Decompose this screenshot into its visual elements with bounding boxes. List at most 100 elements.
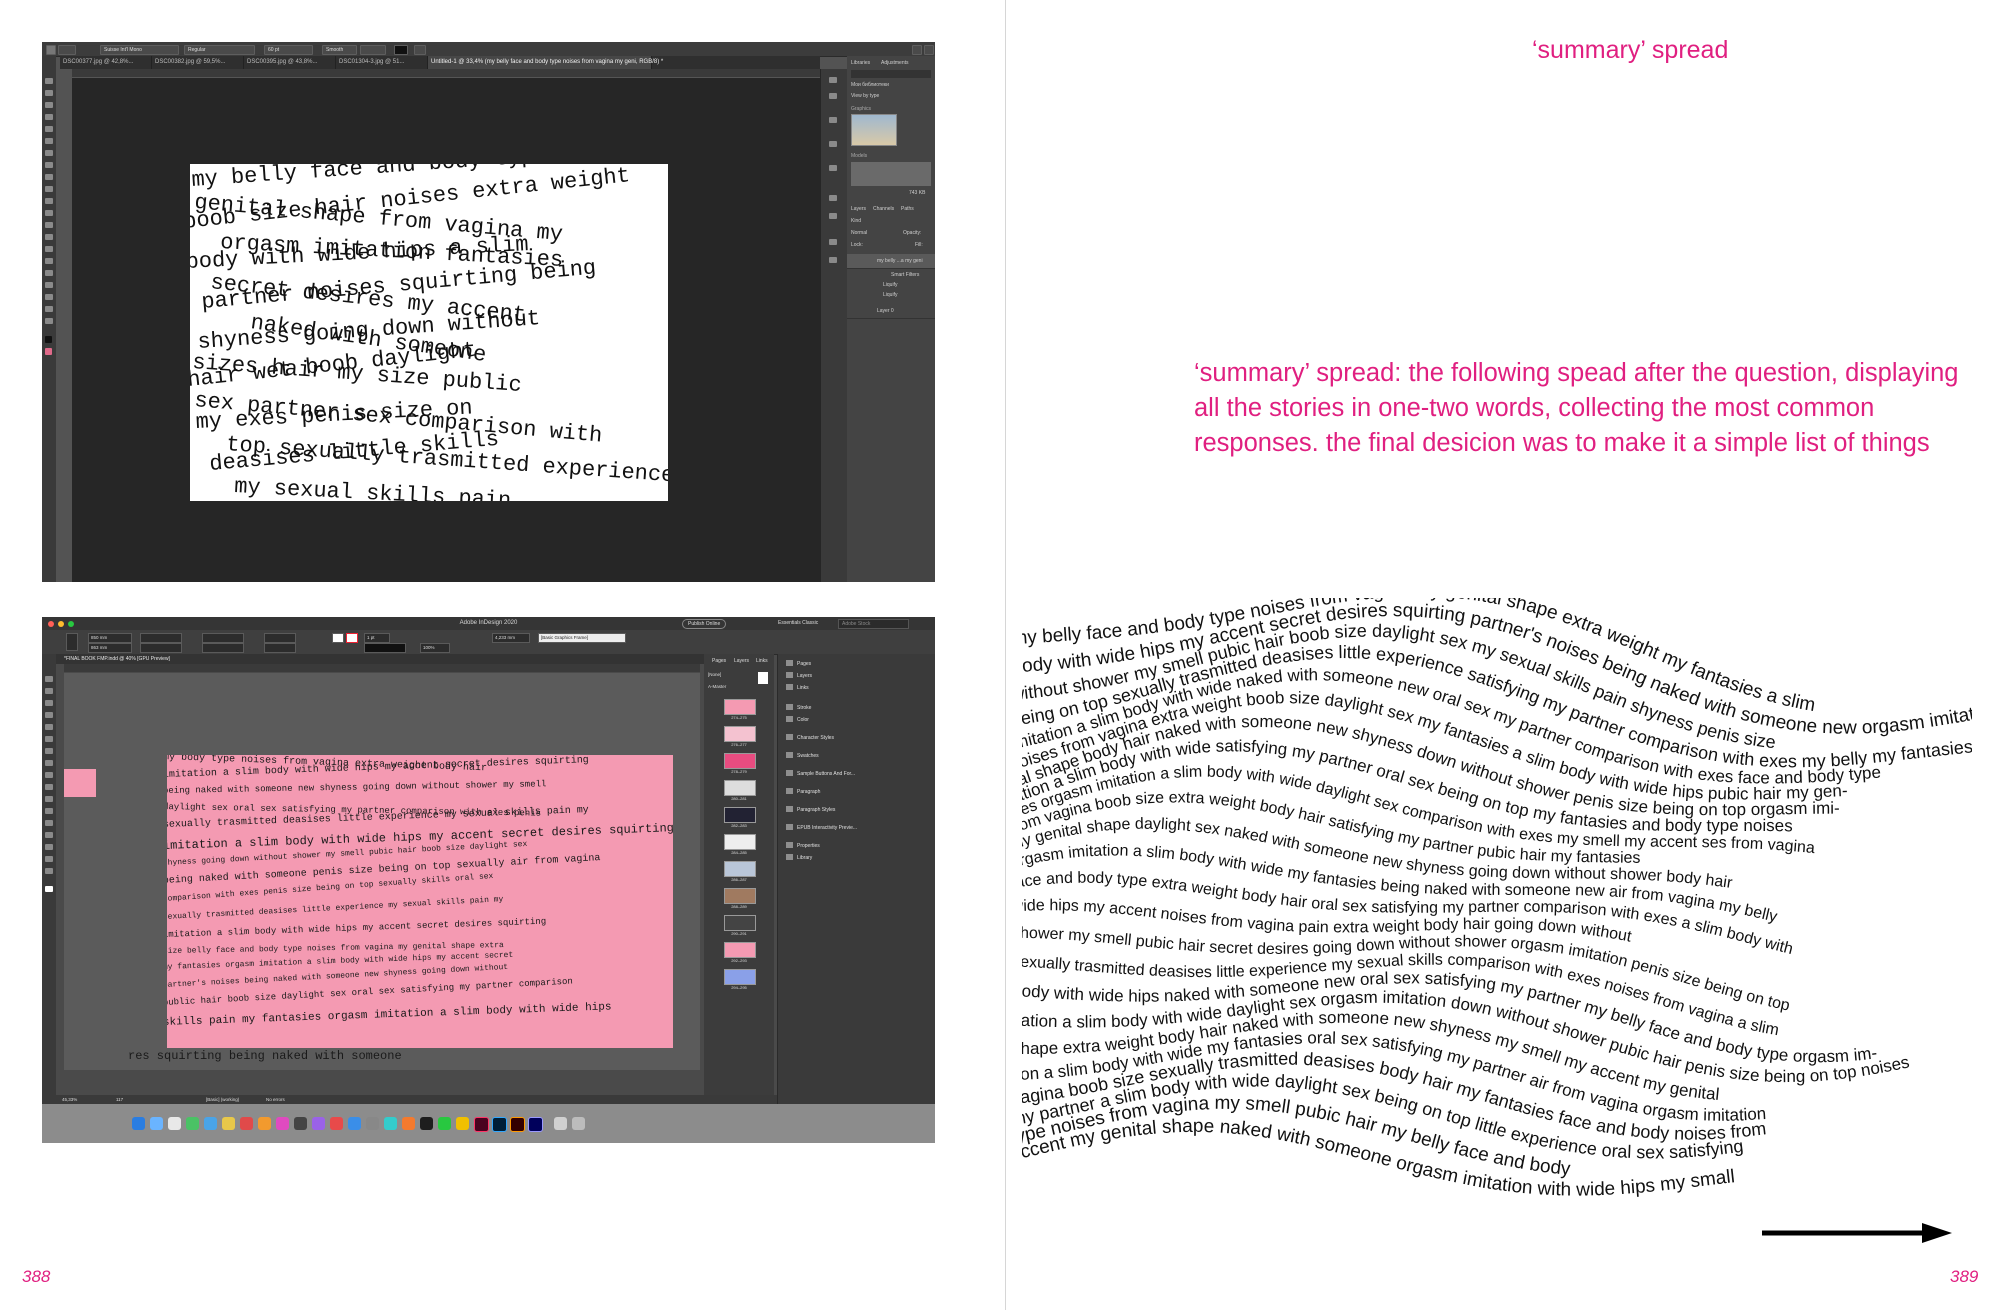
mail-icon[interactable]	[204, 1117, 217, 1130]
font-style-select[interactable]: Regular	[184, 45, 255, 55]
zoom-tool-icon[interactable]	[45, 318, 53, 324]
panel-sample-buttons[interactable]: Sample Buttons And For...	[786, 770, 855, 777]
pencil-tool-icon[interactable]	[45, 760, 53, 766]
page-thumbnail[interactable]	[724, 699, 756, 715]
podcasts-icon[interactable]	[312, 1117, 325, 1130]
id-pink-spread[interactable]: my body type noises from vagina extra we…	[167, 755, 673, 1048]
page-thumbnail[interactable]	[724, 834, 756, 850]
note-tool-icon[interactable]	[45, 832, 53, 838]
healing-tool-icon[interactable]	[45, 162, 53, 168]
dodge-tool-icon[interactable]	[45, 246, 53, 252]
photoshop-icon[interactable]	[492, 1117, 507, 1132]
panel-color[interactable]: Color	[786, 716, 809, 723]
panel-pages[interactable]: Pages	[786, 660, 811, 667]
layer-filter-select[interactable]: Kind	[851, 218, 861, 224]
panel-library[interactable]: Library	[786, 854, 812, 861]
models-strip[interactable]	[851, 162, 931, 186]
finder-icon[interactable]	[132, 1117, 145, 1130]
shape-tool-icon[interactable]	[45, 294, 53, 300]
tab-paths[interactable]: Paths	[901, 206, 914, 212]
info-icon[interactable]	[829, 117, 837, 123]
page-thumbnail[interactable]	[724, 780, 756, 796]
type-tool-icon[interactable]	[45, 270, 53, 276]
measure-field[interactable]: 4,233 mm	[492, 633, 530, 643]
page-thumbnail[interactable]	[724, 915, 756, 931]
tab-pages[interactable]: Pages	[712, 658, 726, 664]
scale-x-field[interactable]	[202, 633, 244, 643]
foreground-color-icon[interactable]	[45, 336, 52, 343]
background-color-icon[interactable]	[45, 348, 52, 355]
pages-none[interactable]: [None]	[708, 672, 721, 677]
selection-tool-icon[interactable]	[45, 676, 53, 682]
crop-tool-icon[interactable]	[45, 126, 53, 132]
workspace-icon[interactable]	[924, 45, 934, 55]
reference-point-icon[interactable]	[66, 633, 78, 651]
paragraph-icon[interactable]	[829, 213, 837, 219]
photos-icon[interactable]	[258, 1117, 271, 1130]
rectangle-tool-icon[interactable]	[45, 784, 53, 790]
trash-icon[interactable]	[572, 1117, 585, 1130]
x-field[interactable]: 850 mm	[88, 633, 132, 643]
panel-links[interactable]: Links	[786, 684, 809, 691]
page-thumbnail[interactable]	[724, 969, 756, 985]
library-search-input[interactable]	[851, 70, 931, 78]
fill-swatch-icon[interactable]	[332, 633, 344, 643]
pages-master[interactable]: A-Master	[708, 684, 726, 689]
quick-select-tool-icon[interactable]	[45, 114, 53, 120]
lasso-tool-icon[interactable]	[45, 102, 53, 108]
tab-layers[interactable]: Layers	[734, 658, 749, 664]
status-page-field[interactable]: 117	[116, 1095, 123, 1104]
libraries-panel-icon[interactable]	[829, 77, 837, 83]
page-thumbnail[interactable]	[724, 753, 756, 769]
illustrator-icon[interactable]	[510, 1117, 525, 1132]
sticky-icon[interactable]	[456, 1117, 469, 1130]
pen-tool-icon[interactable]	[45, 258, 53, 264]
opacity-field[interactable]: 100%	[420, 643, 450, 653]
width-field[interactable]	[140, 633, 182, 643]
publish-online-button[interactable]: Publish Online	[682, 619, 727, 629]
stroke-type-select[interactable]	[364, 643, 406, 653]
gradient-tool-icon[interactable]	[45, 222, 53, 228]
character-icon[interactable]	[829, 195, 837, 201]
pink-swatch-frame[interactable]	[64, 769, 96, 797]
marquee-tool-icon[interactable]	[45, 90, 53, 96]
safari-icon[interactable]	[168, 1117, 181, 1130]
height-field[interactable]	[140, 643, 182, 653]
stamp-tool-icon[interactable]	[45, 186, 53, 192]
brush-tool-icon[interactable]	[45, 174, 53, 180]
notes-icon[interactable]	[222, 1117, 235, 1130]
page-tool-icon[interactable]	[45, 700, 53, 706]
status-preflight-profile[interactable]: [Basic] (working)	[206, 1095, 239, 1104]
eraser-tool-icon[interactable]	[45, 210, 53, 216]
zoom-tool-icon[interactable]	[45, 868, 53, 874]
tab-libraries[interactable]: Libraries	[851, 60, 870, 66]
panel-character-styles[interactable]: Character Styles	[786, 734, 834, 741]
view-by-select[interactable]: View by type	[851, 93, 879, 99]
text-color-swatch[interactable]	[394, 45, 408, 55]
rectangle-frame-icon[interactable]	[45, 772, 53, 778]
antialias-select[interactable]: Smooth	[322, 45, 357, 55]
status-errors[interactable]: No errors	[266, 1095, 285, 1104]
gradient-tool-icon[interactable]	[45, 820, 53, 826]
calendar-icon[interactable]	[240, 1117, 253, 1130]
terminal-icon[interactable]	[420, 1117, 433, 1130]
stock-search-input[interactable]: Adobe Stock	[838, 619, 909, 629]
frame-tool-icon[interactable]	[45, 138, 53, 144]
indesign-icon[interactable]	[474, 1117, 489, 1132]
brushes-icon[interactable]	[829, 239, 837, 245]
adjustments-icon[interactable]	[829, 141, 837, 147]
downloads-stack-icon[interactable]	[554, 1117, 567, 1130]
spotify-icon[interactable]	[438, 1117, 451, 1130]
align-buttons[interactable]	[360, 45, 386, 55]
line-tool-icon[interactable]	[45, 736, 53, 742]
telegram-icon[interactable]	[384, 1117, 397, 1130]
page-thumbnail[interactable]	[724, 942, 756, 958]
app-store-icon[interactable]	[348, 1117, 361, 1130]
ps-tab[interactable]: DSC00382.jpg @ 59,5%...	[152, 56, 244, 69]
shear-field[interactable]	[264, 643, 296, 653]
tab-links[interactable]: Links	[756, 658, 768, 664]
layer-row-background[interactable]: Layer 0	[847, 304, 935, 319]
page-thumbnail[interactable]	[724, 807, 756, 823]
page-thumbnail[interactable]	[724, 861, 756, 877]
object-style-select[interactable]: [Basic Graphics Frame]	[538, 633, 626, 643]
